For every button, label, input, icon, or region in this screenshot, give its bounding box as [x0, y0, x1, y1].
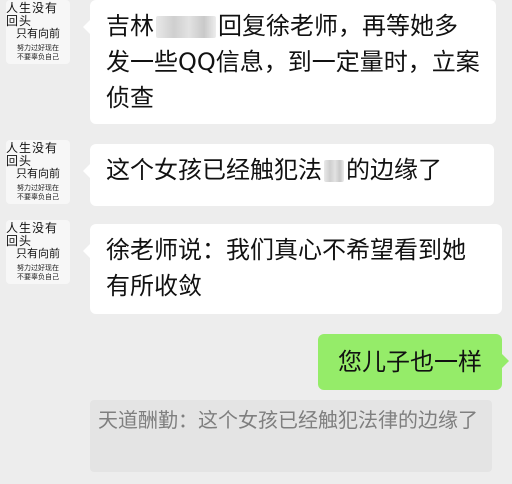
quoted-message[interactable]: 天道酬勤：这个女孩已经触犯法律的边缘了 [90, 400, 492, 472]
quoted-text: 天道酬勤：这个女孩已经触犯法律的边缘了 [98, 408, 478, 432]
incoming-message-bubble[interactable]: 吉林 回复徐老师，再等她多发一些QQ信息，到一定量时，立案侦查 [83, 0, 496, 124]
avatar-text: 人生没有回头 [6, 221, 59, 248]
incoming-message-bubble[interactable]: 这个女孩已经触犯法 的边缘了 [83, 144, 494, 206]
message-text: 的边缘了 [346, 156, 442, 184]
redacted-mosaic [324, 160, 344, 182]
message-text: 这个女孩已经触犯法 [106, 156, 322, 184]
avatar-text: 只有向前 [16, 167, 60, 180]
avatar-text: 人生没有回头 [6, 1, 59, 28]
outgoing-message-bubble[interactable]: 您儿子也一样 [318, 334, 509, 390]
contact-avatar[interactable]: 人生没有回头 只有向前 努力过好现在 不要辜负自己 [6, 140, 70, 204]
avatar-text: 努力过好现在 [17, 44, 59, 52]
message-text: 您儿子也一样 [338, 348, 482, 376]
redacted-mosaic [156, 16, 216, 38]
message-text: 吉林 [106, 12, 154, 40]
avatar-text: 不要辜负自己 [17, 193, 59, 201]
contact-avatar[interactable]: 人生没有回头 只有向前 努力过好现在 不要辜负自己 [6, 0, 70, 64]
avatar-text: 努力过好现在 [17, 264, 59, 272]
avatar-text: 不要辜负自己 [17, 53, 59, 61]
avatar-text: 人生没有回头 [6, 141, 59, 168]
avatar-text: 努力过好现在 [17, 184, 59, 192]
avatar-text: 只有向前 [16, 247, 60, 260]
avatar-text: 只有向前 [16, 27, 60, 40]
incoming-message-bubble[interactable]: 徐老师说：我们真心不希望看到她有所收敛 [83, 224, 502, 314]
avatar-text: 不要辜负自己 [17, 273, 59, 281]
message-text: 徐老师说：我们真心不希望看到她有所收敛 [106, 236, 466, 300]
contact-avatar[interactable]: 人生没有回头 只有向前 努力过好现在 不要辜负自己 [6, 220, 70, 284]
